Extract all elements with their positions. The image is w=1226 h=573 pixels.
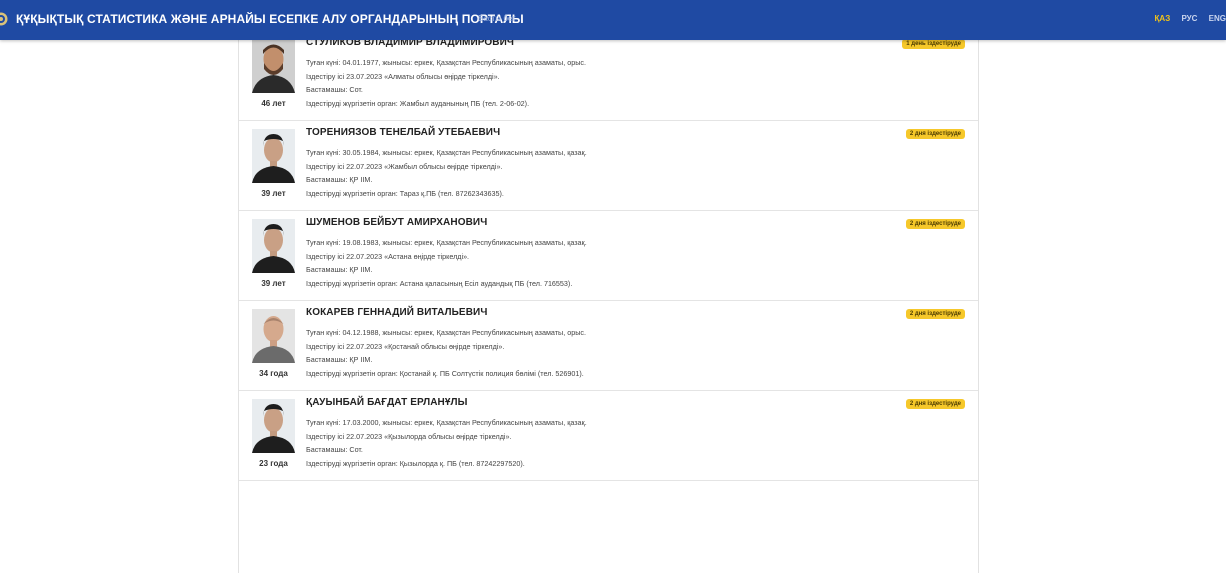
person-age: 46 лет <box>261 99 286 108</box>
person-row[interactable]: 23 года ҚАУЫНБАЙ БАҒДАТ ЕРЛАНҰЛЫ 2 дня ізд… <box>239 390 978 481</box>
person-age: 34 года <box>259 369 288 378</box>
case-registration-line: Іздестіру ісі 22.07.2023 «Қостанай облыс… <box>306 341 505 351</box>
person-photo[interactable] <box>252 129 295 183</box>
person-name[interactable]: ҚАУЫНБАЙ БАҒДАТ ЕРЛАНҰЛЫ <box>306 397 468 408</box>
search-duration-badge: 2 дня іздестіруде <box>905 129 965 139</box>
initiator-line: Бастамашы: ҚР ІІМ. <box>306 355 373 364</box>
language-switcher: ҚАЗ РУС ENG <box>1146 14 1226 23</box>
search-duration-badge: 2 дня іздестіруде <box>905 399 965 409</box>
search-agency-line: Іздестіруді жүргізетін орган: Тараз қ.ПБ… <box>306 188 504 198</box>
person-row[interactable]: 39 лет ШУМЕНОВ БЕЙБУТ АМИРХАНОВИЧ 2 дня із… <box>239 210 978 301</box>
person-row[interactable]: 39 лет ТОРЕНИЯЗОВ ТЕНЕЛБАЙ УТЕБАЕВИЧ 2 дня… <box>239 120 978 211</box>
case-registration-line: Іздестіру ісі 22.07.2023 «Астана өңірде … <box>306 251 470 261</box>
wanted-list: 36 летТуған күні: 05.02.1987, жынысы: ер… <box>238 0 979 573</box>
search-agency-line: Іздестіруді жүргізетін орган: Қызылорда … <box>306 458 525 468</box>
case-registration-line: Іздестіру ісі 22.07.2023 «Жамбыл облысы … <box>306 161 503 171</box>
person-name[interactable]: КОКАРЕВ ГЕННАДИЙ ВИТАЛЬЕВИЧ <box>306 307 487 318</box>
case-registration-line: Іздестіру ісі 22.07.2023 «Қызылорда облы… <box>306 431 512 441</box>
person-age: 23 года <box>259 459 288 468</box>
lang-rus[interactable]: РУС <box>1181 14 1197 23</box>
initiator-line: Бастамашы: Сот. <box>306 85 363 94</box>
person-name[interactable]: ШУМЕНОВ БЕЙБУТ АМИРХАНОВИЧ <box>306 217 487 228</box>
search-agency-line: Іздестіруді жүргізетін орган: Жамбыл ауд… <box>306 98 530 108</box>
person-photo[interactable] <box>252 399 295 453</box>
top-navbar: ҚҰҚЫҚТЫҚ СТАТИСТИКА ЖӘНЕ АРНАЙЫ ЕСЕПКЕ А… <box>0 0 1226 40</box>
search-duration-badge: 2 дня іздестіруде <box>905 219 965 229</box>
initiator-line: Бастамашы: ҚР ІІМ. <box>306 265 373 274</box>
home-link[interactable]: Басты бет <box>478 14 516 23</box>
initiator-line: Бастамашы: ҚР ІІМ. <box>306 175 373 184</box>
person-photo[interactable] <box>252 39 295 93</box>
person-age: 39 лет <box>261 189 286 198</box>
person-photo[interactable] <box>252 309 295 363</box>
lang-kaz[interactable]: ҚАЗ <box>1155 14 1171 23</box>
emblem-icon[interactable] <box>0 11 8 27</box>
case-registration-line: Іздестіру ісі 23.07.2023 «Алматы облысы … <box>306 71 500 81</box>
person-row[interactable]: 46 лет СТУЛИКОВ ВЛАДИМИР ВЛАДИМИРОВИЧ 1 де… <box>239 30 978 121</box>
birth-info-line: Туған күні: 17.03.2000, жынысы: еркек, Қ… <box>306 418 587 427</box>
search-agency-line: Іздестіруді жүргізетін орган: Қостанай қ… <box>306 368 584 378</box>
person-age: 39 лет <box>261 279 286 288</box>
birth-info-line: Туған күні: 30.05.1984, жынысы: еркек, Қ… <box>306 148 587 157</box>
site-title[interactable]: ҚҰҚЫҚТЫҚ СТАТИСТИКА ЖӘНЕ АРНАЙЫ ЕСЕПКЕ А… <box>16 12 524 26</box>
person-photo[interactable] <box>252 219 295 273</box>
search-duration-badge: 1 день іздестіруде <box>902 39 965 49</box>
lang-eng[interactable]: ENG <box>1209 14 1226 23</box>
birth-info-line: Туған күні: 04.12.1988, жынысы: еркек, Қ… <box>306 328 586 337</box>
birth-info-line: Туған күні: 04.01.1977, жынысы: еркек, Қ… <box>306 58 586 67</box>
birth-info-line: Туған күні: 19.08.1983, жынысы: еркек, Қ… <box>306 238 587 247</box>
person-row[interactable]: 34 года КОКАРЕВ ГЕННАДИЙ ВИТАЛЬЕВИЧ 2 дня … <box>239 300 978 391</box>
initiator-line: Бастамашы: Сот. <box>306 445 363 454</box>
search-agency-line: Іздестіруді жүргізетін орган: Астана қал… <box>306 278 573 288</box>
search-duration-badge: 2 дня іздестіруде <box>905 309 965 319</box>
person-name[interactable]: ТОРЕНИЯЗОВ ТЕНЕЛБАЙ УТЕБАЕВИЧ <box>306 127 500 138</box>
